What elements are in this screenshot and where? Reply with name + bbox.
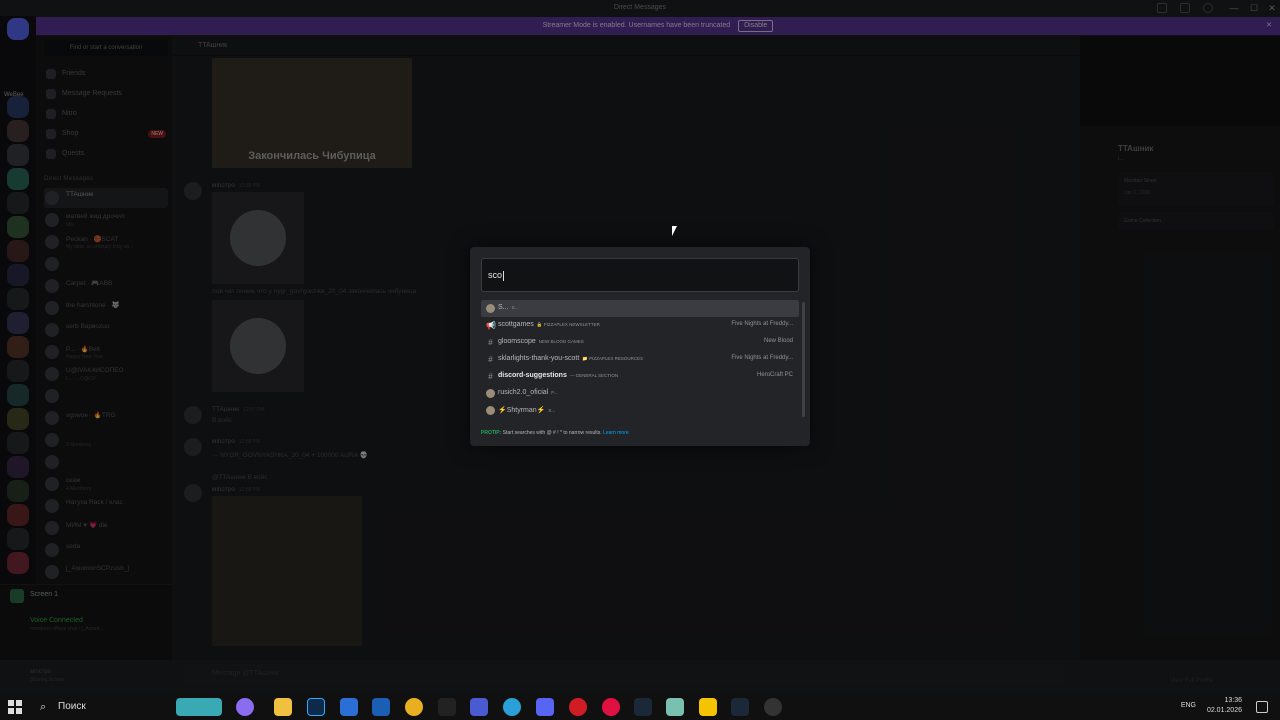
result-server: New Blood (763, 338, 793, 344)
learn-more-link[interactable]: Learn more (603, 430, 629, 436)
switcher-result[interactable]: # sklarlights-thank-you-scott 📁 PIZZAPLEX … (481, 351, 799, 368)
clock-time: 13:36 (1224, 697, 1242, 704)
hash-icon: # (488, 372, 493, 381)
opera-icon[interactable] (569, 698, 587, 716)
results-scrollbar[interactable] (802, 302, 805, 417)
hash-icon: # (488, 355, 493, 364)
result-server: Five Nights at Freddy... (731, 321, 793, 327)
result-server: Five Nights at Freddy... (731, 355, 793, 361)
clock-date: 02.01.2026 (1206, 707, 1242, 714)
avatar (486, 304, 495, 313)
widgets-icon[interactable] (176, 698, 222, 716)
switcher-result[interactable]: rusich2.0_oficial p... (481, 385, 799, 402)
switcher-result[interactable]: # gloomscope NEW BLOOD GAMES New Blood (481, 334, 799, 351)
app-icon[interactable] (699, 698, 717, 716)
steam-icon[interactable] (731, 698, 749, 716)
result-title: discord-suggestions (498, 372, 567, 379)
app-icon[interactable] (236, 698, 254, 716)
result-category: 🔒 PIZZAPLEX NEWSLETTER (536, 322, 600, 327)
windows-taskbar: ⌕ Поиск ENG 13:36 02.01.2026 (0, 694, 1280, 720)
result-name: rusich2.0_oficial p... (498, 389, 557, 396)
app-icon[interactable] (666, 698, 684, 716)
mail-icon[interactable] (372, 698, 390, 716)
store-icon[interactable] (340, 698, 358, 716)
language-indicator[interactable]: ENG (1181, 702, 1196, 709)
obs-icon[interactable] (764, 698, 782, 716)
text-caret (503, 270, 505, 281)
protip: PROTIP: Start searches with @ # ! * to n… (481, 430, 629, 436)
photoshop-icon[interactable] (307, 698, 325, 716)
switcher-result[interactable]: S... s... (481, 300, 799, 317)
result-title: scottgames (498, 321, 534, 328)
result-category: — GENERAL SECTION (569, 373, 619, 378)
taskbar-search-label: Поиск (58, 701, 86, 712)
result-name: ⚡Shtyrman⚡ s... (498, 406, 555, 414)
discord-app: Direct Messages — ☐ ✕ Streamer Mode is e… (0, 0, 1280, 694)
result-name: gloomscope NEW BLOOD GAMES (498, 338, 584, 345)
chrome-icon[interactable] (405, 698, 423, 716)
windows-start-icon[interactable] (8, 700, 22, 714)
result-server: HeroCraft PC (756, 372, 793, 378)
result-title: S... (498, 304, 509, 311)
announcement-icon: 📢 (486, 321, 496, 330)
result-name: discord-suggestions — GENERAL SECTION (498, 372, 618, 379)
result-name: scottgames 🔒 PIZZAPLEX NEWSLETTER (498, 321, 600, 328)
protip-label: PROTIP: (481, 430, 502, 436)
switcher-results: S... s... 📢 scottgames 🔒 PIZZAPLEX NEWSLETTE… (481, 300, 799, 419)
result-category: s... (511, 305, 519, 310)
result-title: ⚡Shtyrman⚡ (498, 407, 546, 414)
search-icon: ⌕ (40, 701, 47, 713)
hash-icon: # (488, 338, 493, 347)
protip-text: Start searches with @ # ! * to narrow re… (502, 430, 602, 436)
clock[interactable]: 13:36 02.01.2026 (1207, 696, 1242, 716)
app-icon[interactable] (470, 698, 488, 716)
switcher-result[interactable]: ⚡Shtyrman⚡ s... (481, 402, 799, 419)
result-title: sklarlights-thank-you-scott (498, 355, 580, 362)
result-category: 📁 PIZZAPLEX RESOURCES (582, 356, 644, 361)
result-title: rusich2.0_oficial (498, 389, 549, 396)
file-explorer-icon[interactable] (274, 698, 292, 716)
switcher-result[interactable]: 📢 scottgames 🔒 PIZZAPLEX NEWSLETTER Five Ni… (481, 317, 799, 334)
result-category: p... (551, 390, 558, 395)
discord-icon[interactable] (536, 698, 554, 716)
search-query: sco (488, 270, 503, 280)
notification-icon[interactable] (1256, 701, 1268, 713)
switcher-search-input[interactable]: sco (481, 258, 799, 292)
taskbar-search[interactable]: ⌕ Поиск (32, 697, 166, 717)
steam-icon[interactable] (634, 698, 652, 716)
telegram-icon[interactable] (503, 698, 521, 716)
switcher-result[interactable]: # discord-suggestions — GENERAL SECTION Her… (481, 368, 799, 385)
result-category: NEW BLOOD GAMES (538, 339, 584, 344)
result-title: gloomscope (498, 338, 536, 345)
result-name: sklarlights-thank-you-scott 📁 PIZZAPLEX R… (498, 355, 643, 362)
avatar (486, 406, 495, 415)
avatar (486, 389, 495, 398)
opera-gx-icon[interactable] (602, 698, 620, 716)
result-category: s... (548, 408, 556, 413)
quick-switcher: sco S... s... 📢 scottgames 🔒 PIZZAPLEX NEWSL… (470, 247, 810, 446)
result-name: S... s... (498, 304, 518, 311)
epic-games-icon[interactable] (438, 698, 456, 716)
mouse-cursor-icon (672, 226, 677, 236)
